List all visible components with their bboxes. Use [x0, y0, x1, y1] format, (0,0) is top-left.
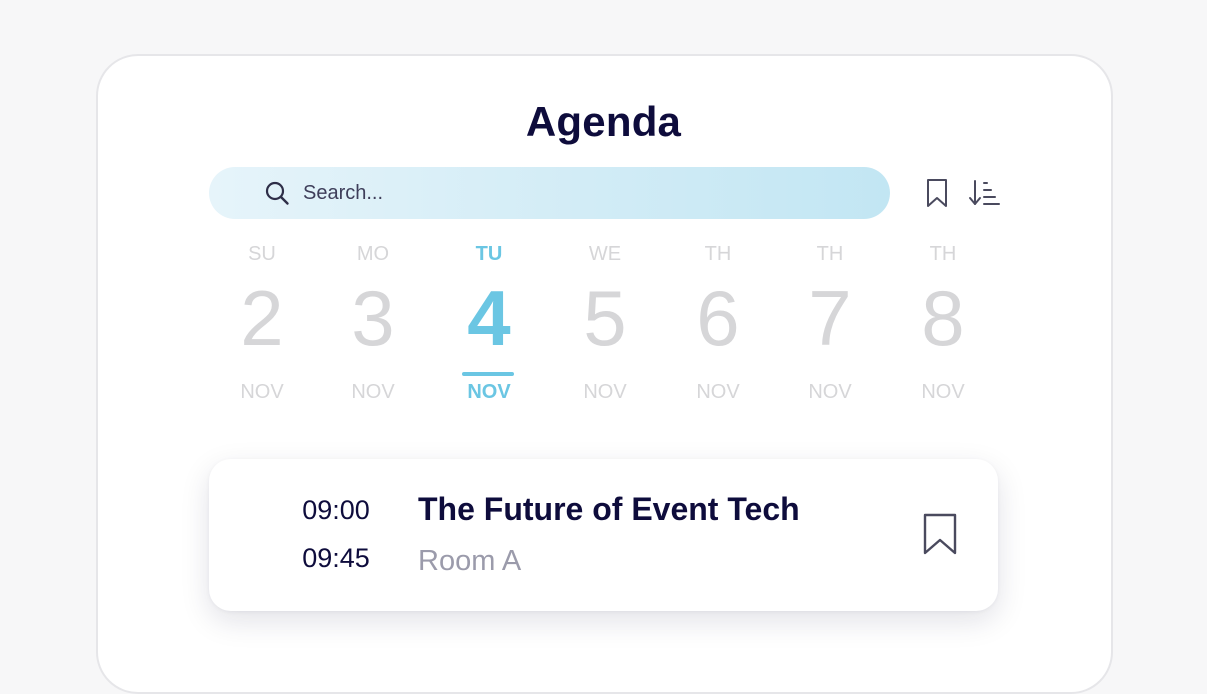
day-of-week: TH — [816, 243, 844, 265]
date-item-2-nov[interactable]: SU 2 NOV — [212, 240, 312, 410]
saved-sessions-button[interactable] — [920, 176, 954, 210]
month-label: NOV — [467, 381, 511, 403]
day-number: 8 — [921, 274, 965, 362]
day-number: 2 — [240, 274, 284, 362]
day-number: 5 — [583, 274, 627, 362]
day-of-week: SU — [248, 243, 276, 265]
bookmark-icon — [927, 179, 947, 207]
day-number: 6 — [696, 274, 740, 362]
date-item-6-nov[interactable]: TH 6 NOV — [668, 240, 768, 410]
month-label: NOV — [583, 381, 627, 403]
day-number: 4 — [467, 274, 511, 362]
month-label: NOV — [351, 381, 395, 403]
date-item-4-nov[interactable]: TU 4 NOV — [439, 240, 539, 410]
month-label: NOV — [808, 381, 852, 403]
bookmark-icon[interactable] — [922, 512, 958, 556]
day-number: 7 — [808, 274, 852, 362]
month-label: NOV — [921, 381, 965, 403]
session-room: Room A — [418, 545, 522, 577]
date-item-3-nov[interactable]: MO 3 NOV — [323, 240, 423, 410]
date-item-8-nov[interactable]: TH 8 NOV — [893, 240, 993, 410]
day-number: 3 — [351, 274, 395, 362]
day-of-week: MO — [356, 243, 390, 265]
day-of-week: TH — [929, 243, 957, 265]
search-icon — [265, 181, 289, 205]
month-label: NOV — [240, 381, 284, 403]
day-of-week: WE — [588, 243, 622, 265]
date-item-7-nov[interactable]: TH 7 NOV — [780, 240, 880, 410]
selected-date-indicator — [462, 372, 514, 376]
sort-button[interactable] — [967, 176, 1001, 210]
day-of-week: TU — [475, 243, 503, 265]
day-of-week: TH — [704, 243, 732, 265]
sort-descending-icon — [969, 180, 1000, 205]
session-title: The Future of Event Tech — [418, 491, 800, 527]
session-card[interactable]: 09:00 09:45 The Future of Event Tech Roo… — [209, 459, 998, 611]
search-bar[interactable] — [209, 167, 890, 219]
page-title: Agenda — [525, 98, 682, 145]
date-item-5-nov[interactable]: WE 5 NOV — [555, 240, 655, 410]
month-label: NOV — [696, 381, 740, 403]
session-end-time: 09:45 — [302, 543, 370, 573]
search-input[interactable] — [303, 175, 863, 211]
session-start-time: 09:00 — [302, 495, 370, 525]
